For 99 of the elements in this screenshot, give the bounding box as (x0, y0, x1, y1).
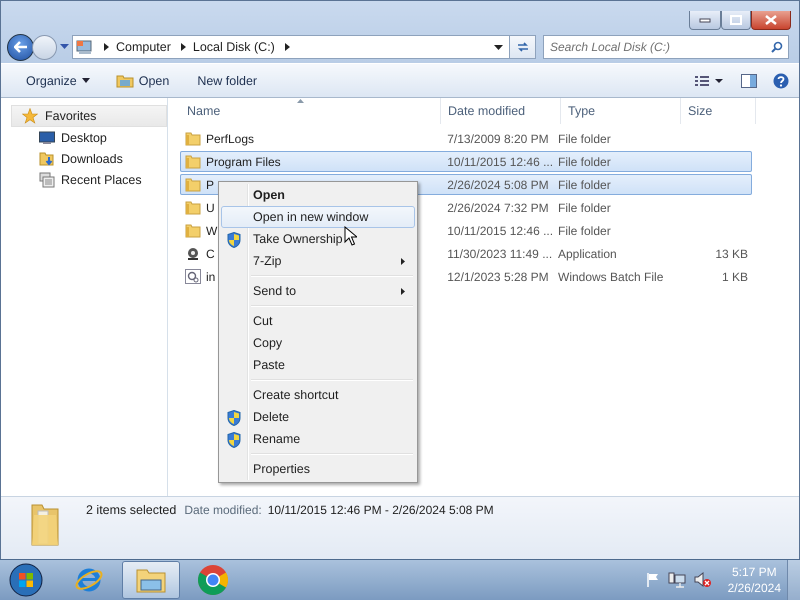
breadcrumb[interactable]: Local Disk (C:) (192, 40, 275, 54)
monitor-icon (39, 130, 55, 144)
folder-icon (185, 131, 201, 146)
sidebar-item[interactable]: Desktop (1, 127, 167, 148)
menu-item[interactable]: Delete (221, 406, 415, 428)
column-header[interactable]: Type (561, 98, 681, 124)
date-cell-text: 2/26/2024 7:32 PM (446, 200, 550, 214)
arrow-left-icon (14, 41, 28, 53)
help-icon[interactable] (773, 72, 789, 88)
type-cell-text: File folder (558, 224, 612, 238)
menu-item[interactable]: 7-Zip (221, 250, 415, 272)
file-name: U (206, 200, 215, 214)
view-options-icon[interactable] (695, 74, 725, 86)
menu-item[interactable]: Copy (221, 332, 415, 354)
date-cell-text: 2/26/2024 5:08 PM (446, 178, 550, 192)
date-cell-text: 12/1/2023 5:28 PM (446, 270, 550, 284)
menu-item[interactable]: Rename (221, 428, 415, 450)
date-cell-text: 10/11/2015 12:46 ... (446, 154, 554, 168)
type-cell-text: File folder (558, 178, 612, 192)
address-bar[interactable]: Computer Local Disk (C:) (72, 35, 510, 59)
minimize-button[interactable] (689, 11, 721, 30)
taskbar-button[interactable] (122, 561, 180, 599)
search-icon (771, 41, 783, 53)
type-cell-text: Application (558, 246, 618, 260)
download-folder-icon (39, 150, 55, 166)
menu-item[interactable]: Properties (221, 458, 415, 480)
mouse-cursor-icon (344, 226, 357, 246)
batch-file-icon (185, 269, 201, 284)
selected-file-row[interactable]: Program Files 10/11/2015 12:46 ... File folder (180, 151, 752, 172)
clock-time: 5:17 PM (732, 564, 777, 580)
menu-item[interactable]: Send to (221, 280, 415, 302)
column-header[interactable]: Name (180, 98, 441, 124)
breadcrumb-arrow-icon[interactable] (284, 43, 290, 51)
file-name: P (206, 178, 214, 192)
windows-logo-icon (9, 563, 43, 597)
file-name: Program Files (206, 154, 281, 168)
preview-pane-icon[interactable] (741, 74, 757, 88)
date-cell-text: 10/11/2015 12:46 ... (446, 224, 554, 238)
sidebar-item[interactable]: Recent Places (1, 169, 167, 190)
size-cell-text: 13 KB (714, 246, 750, 260)
refresh-icon (516, 41, 530, 53)
breadcrumb[interactable]: Computer (116, 40, 171, 54)
close-button[interactable] (751, 11, 791, 30)
minimize-icon (699, 17, 711, 23)
caret-icon (82, 78, 90, 83)
file-name: C (206, 246, 215, 260)
file-name: W (206, 224, 218, 238)
submenu-arrow-icon (401, 288, 405, 295)
back-button[interactable] (7, 34, 34, 60)
refresh-button[interactable] (510, 35, 536, 59)
application-icon (185, 246, 201, 261)
folder-icon (185, 154, 201, 169)
file-name: in (206, 270, 216, 284)
type-cell-text: File folder (558, 154, 612, 168)
type-cell-text: Windows Batch File (558, 270, 664, 284)
shield-icon (227, 232, 241, 248)
toolbar-button[interactable]: New folder (190, 70, 264, 90)
date-modified-label: Date modified: (184, 503, 262, 517)
file-name: PerfLogs (206, 132, 254, 146)
clock-date: 2/26/2024 (728, 580, 781, 596)
search-field[interactable]: Search Local Disk (C:) (543, 35, 789, 59)
toolbar-button[interactable]: Open (108, 70, 176, 90)
column-header[interactable]: Date modified (441, 98, 561, 124)
date-modified-value: 10/11/2015 12:46 PM - 2/26/2024 5:08 PM (268, 503, 494, 517)
size-cell-text: 1 KB (721, 270, 750, 284)
computer-icon (76, 39, 94, 55)
selection-summary: 2 items selected (86, 503, 176, 517)
menu-item[interactable]: Create shortcut (221, 384, 415, 406)
column-header[interactable]: Size (681, 98, 756, 124)
menu-item[interactable]: Take Ownership (221, 228, 415, 250)
type-cell-text: File folder (558, 200, 612, 214)
history-dropdown-icon[interactable] (60, 44, 69, 50)
sidebar-item[interactable]: Downloads (1, 148, 167, 169)
shield-icon (227, 410, 241, 426)
dropdown-icon[interactable] (494, 44, 503, 50)
date-cell-text: 11/30/2023 11:49 ... (446, 246, 554, 260)
maximize-icon (730, 15, 742, 25)
submenu-arrow-icon (401, 258, 405, 265)
toolbar-button[interactable]: Organize (19, 70, 97, 90)
browser-icon (197, 564, 229, 596)
folder-icon (185, 200, 201, 215)
breadcrumb-arrow-icon[interactable] (104, 43, 109, 51)
type-cell-text: File folder (558, 132, 612, 146)
star-icon (22, 108, 38, 124)
muted-speaker-icon[interactable] (694, 572, 712, 588)
close-icon (765, 15, 777, 25)
network-icon[interactable] (668, 572, 686, 588)
menu-item[interactable]: Open in new window (221, 206, 415, 228)
shield-icon (227, 432, 241, 448)
favorites-header[interactable]: Favorites (11, 105, 167, 127)
folder-icon (116, 74, 134, 88)
menu-item[interactable]: Cut (221, 310, 415, 332)
folder-icon (185, 177, 201, 192)
date-cell-text: 7/13/2009 8:20 PM (446, 132, 550, 146)
folder-icon (185, 223, 201, 238)
maximize-button[interactable] (721, 11, 751, 30)
menu-item[interactable]: Paste (221, 354, 415, 376)
recent-places-icon (39, 172, 55, 188)
breadcrumb-arrow-icon[interactable] (180, 43, 186, 51)
